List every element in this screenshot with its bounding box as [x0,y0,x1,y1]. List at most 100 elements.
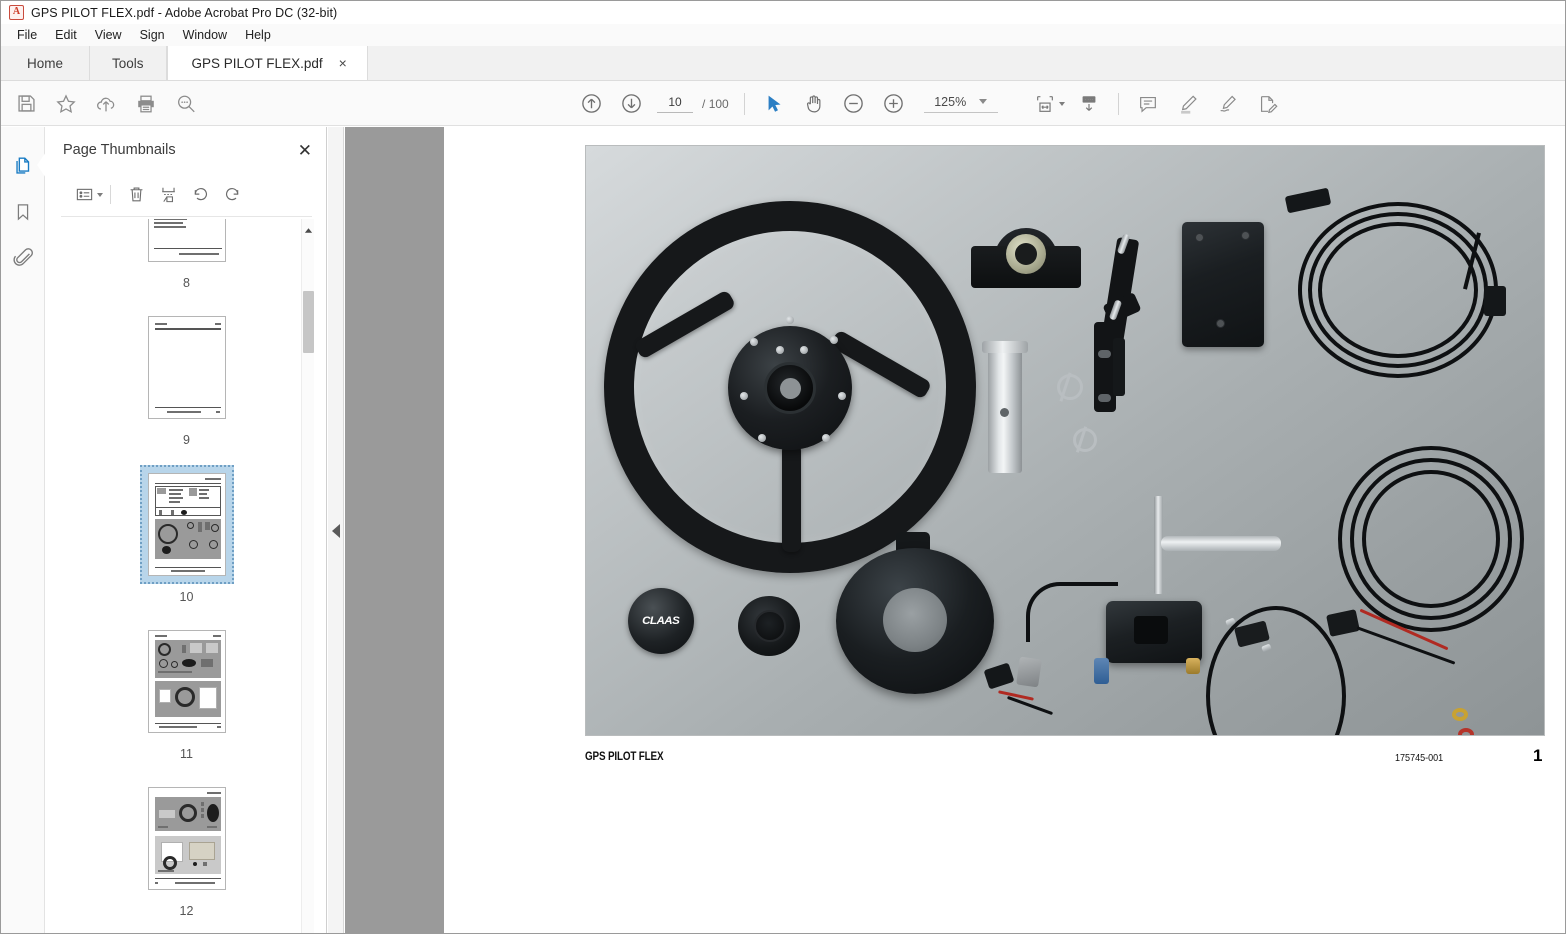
menu-item-sign[interactable]: Sign [131,26,174,44]
main-toolbar: / 100 [1,81,1565,126]
chevron-down-icon[interactable] [979,99,988,104]
module-blue-connector [1094,658,1109,684]
zoom-out-icon[interactable] [834,84,874,124]
mounting-plate [1182,222,1264,347]
upload-cloud-icon[interactable] [86,84,126,124]
claas-horn-cap: CLAAS [628,588,694,654]
hand-tool-icon[interactable] [794,84,834,124]
sign-document-icon[interactable] [1208,84,1248,124]
delete-pages-icon[interactable] [120,180,152,210]
chevron-down-icon[interactable] [97,192,103,197]
rotate-clockwise-icon[interactable] [216,180,248,210]
print-icon[interactable] [126,84,166,124]
bearing-bore [1015,243,1037,265]
thumbnails-toolbar-divider [110,185,111,204]
thumbnail-page-preview [147,316,226,419]
deutsch-connector-black [983,662,1015,690]
menu-item-view[interactable]: View [86,26,131,44]
collapse-sidebar-handle[interactable] [328,127,344,933]
menu-bar: File Edit View Sign Window Help [1,24,1565,46]
figure-kit-components: CLAAS [585,145,1545,736]
thumbnail-frame[interactable] [140,622,234,741]
title-bar: GPS PILOT FLEX.pdf - Adobe Acrobat Pro D… [1,1,1565,24]
page-number-input[interactable] [657,94,693,113]
scrolling-mode-icon[interactable] [1069,84,1109,124]
zoom-in-icon[interactable] [874,84,914,124]
thumbnail-options-icon[interactable] [73,180,105,210]
toolbar-right-group [1029,81,1288,126]
navigation-rail [1,127,46,933]
menu-item-window[interactable]: Window [174,26,236,44]
thumbnails-scrollbar[interactable] [301,219,315,933]
control-module-display [1134,616,1168,644]
list-item[interactable]: 12 [46,779,327,933]
steering-shaft-hole [1000,408,1009,417]
deutsch-connector-grey [1016,656,1042,688]
bracket-tab [1113,338,1125,396]
menu-item-help[interactable]: Help [236,26,280,44]
list-item[interactable]: 8 [46,219,327,308]
tab-tools[interactable]: Tools [90,46,167,80]
rotate-counterclockwise-icon[interactable] [184,180,216,210]
close-tab-icon[interactable]: × [339,56,347,70]
tab-document[interactable]: GPS PILOT FLEX.pdf × [166,46,368,80]
thumbnail-page-number: 12 [179,904,194,918]
thumbnail-frame[interactable] [140,779,234,898]
next-page-icon[interactable] [611,84,651,124]
list-item-selected[interactable]: 10 [46,465,327,622]
tab-home[interactable]: Home [1,46,91,80]
close-panel-icon[interactable]: ✕ [298,142,312,159]
highlight-text-icon[interactable] [1168,84,1208,124]
plate-hole [1216,319,1225,328]
sidebar-item-attachments[interactable] [1,235,45,281]
thumbnail-page-number: 8 [183,276,190,290]
cable-connector-left [1284,187,1332,214]
thumbnail-page-number: 9 [183,433,190,447]
zoom-level-value: 125% [934,94,967,109]
select-cursor-icon[interactable] [754,84,794,124]
fuse-holder [1326,609,1360,637]
document-gutter [345,127,444,933]
add-comment-icon[interactable] [1128,84,1168,124]
page-thumbnails-panel: Page Thumbnails ✕ 8 9 10 11 12 [46,127,327,933]
hub-bolt [838,392,846,400]
star-icon[interactable] [46,84,86,124]
fit-page-icon[interactable] [1029,84,1069,124]
list-item[interactable]: 11 [46,622,327,779]
steering-wheel-spoke-bottom [782,444,801,552]
menu-item-file[interactable]: File [8,26,46,44]
tab-strip: Home Tools GPS PILOT FLEX.pdf × [1,46,1565,81]
page-number-field[interactable]: / 100 [657,94,729,113]
sidebar-item-bookmarks[interactable] [1,189,45,235]
list-item[interactable]: 9 [46,308,327,465]
save-file-icon[interactable] [6,84,46,124]
steering-wheel-hub-core [780,378,801,399]
previous-page-icon[interactable] [571,84,611,124]
hub-bolt [750,338,758,346]
search-icon[interactable] [166,84,206,124]
module-gold-connector [1186,658,1200,674]
scroll-up-icon[interactable] [302,223,315,237]
bracket-slot [1098,394,1111,402]
zoom-level-dropdown[interactable]: 125% [923,94,998,113]
tab-document-label: GPS PILOT FLEX.pdf [191,55,323,71]
edit-pdf-icon[interactable] [1248,84,1288,124]
hub-bolt [800,346,808,354]
claas-logo-text: CLAAS [642,615,680,627]
page-separator: / [702,96,706,111]
scrollbar-thumb[interactable] [303,291,314,353]
extract-pages-icon[interactable] [152,180,184,210]
pdf-page: CLAAS GPS PILOT FLEX 175745-001 1 [444,127,1565,933]
thumbnail-list[interactable]: 8 9 10 11 12 [46,219,327,933]
menu-item-edit[interactable]: Edit [46,26,86,44]
thumbnail-frame[interactable] [139,465,234,584]
document-view[interactable]: CLAAS GPS PILOT FLEX 175745-001 1 [345,127,1565,933]
steering-nut-knob-core [754,610,786,642]
thumbnail-frame[interactable] [140,219,234,270]
sidebar-item-page-thumbnails[interactable] [1,143,46,189]
chevron-down-icon[interactable] [1058,101,1065,106]
chevron-left-icon[interactable] [331,524,340,538]
acrobat-icon [9,5,24,20]
thumbnail-frame[interactable] [140,308,234,427]
thumbnail-page-preview [147,630,226,733]
